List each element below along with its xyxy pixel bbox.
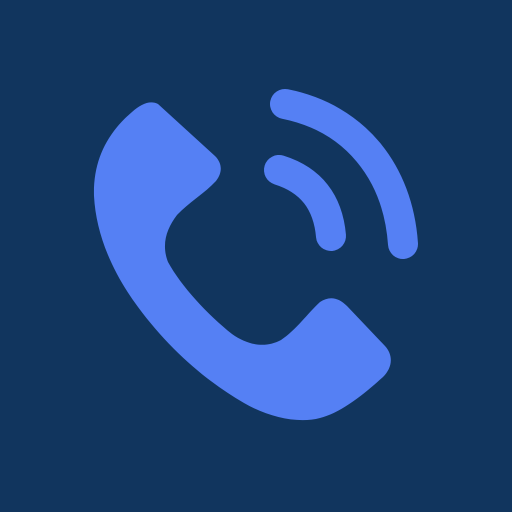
signal-wave-inner-icon <box>264 155 346 251</box>
phone-call-icon <box>93 89 418 421</box>
app-icon <box>0 0 512 512</box>
